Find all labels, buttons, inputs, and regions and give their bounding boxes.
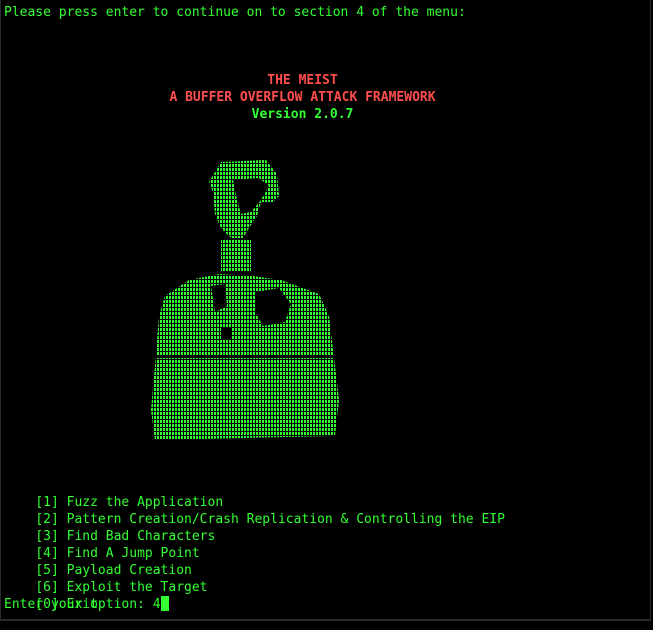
banner-title: THE MEIST [267,73,338,88]
option-input[interactable]: 4 [153,597,161,612]
ascii-hooded-figure-icon [151,156,351,446]
cursor-icon [160,596,169,611]
terminal-window[interactable]: Please press enter to continue on to sec… [0,0,651,621]
option-input-line[interactable]: Enter your option: 4 [4,596,169,613]
continue-prompt: Please press enter to continue on to sec… [4,5,466,20]
banner-version: Version 2.0.7 [251,107,354,122]
input-prompt: Enter your option: [4,597,153,612]
banner-subtitle: A BUFFER OVERFLOW ATTACK FRAMEWORK [169,90,436,105]
